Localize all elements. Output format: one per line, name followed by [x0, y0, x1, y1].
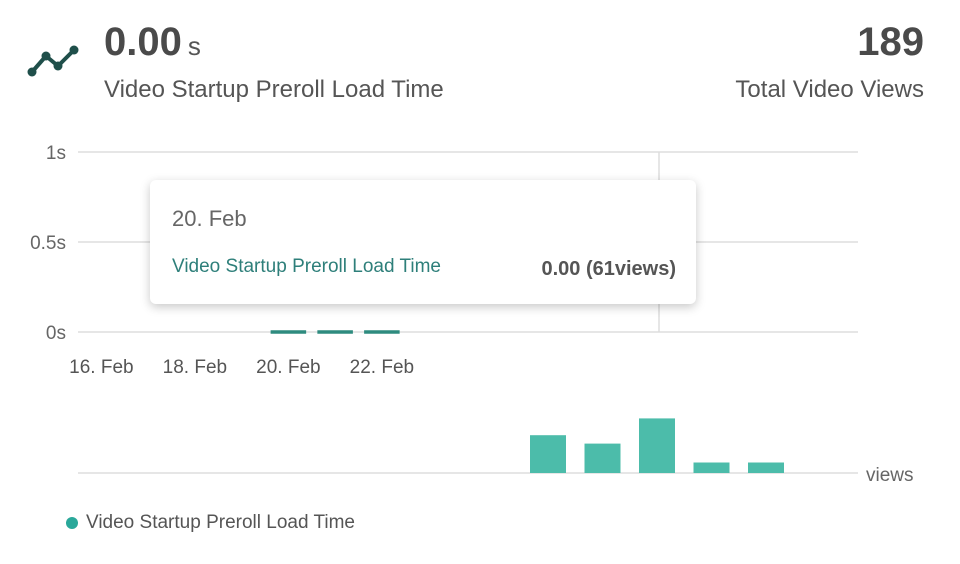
total-views-value: 189: [857, 20, 924, 64]
x-tick-label: 22. Feb: [350, 357, 414, 378]
metric-number: 0.00: [104, 20, 182, 64]
views-bar: [693, 462, 730, 473]
metric-unit: s: [187, 31, 201, 61]
total-views-label: Total Video Views: [735, 76, 924, 103]
tooltip-series-name: Video Startup Preroll Load Time: [172, 256, 441, 277]
y-tick-label: 1s: [46, 143, 66, 164]
chart-tooltip: 20. Feb Video Startup Preroll Load Time …: [150, 180, 696, 304]
views-bar: [530, 435, 566, 473]
legend-dot-icon: [66, 517, 78, 529]
x-tick-label: 20. Feb: [256, 357, 320, 378]
y-tick-label: 0.5s: [30, 233, 66, 254]
x-tick-label: 16. Feb: [69, 357, 133, 378]
metric-value: 0.00 s: [104, 20, 201, 65]
views-bar: [584, 443, 621, 473]
views-bar: [639, 418, 675, 473]
y-tick-label: 0s: [46, 323, 66, 344]
x-tick-label: 18. Feb: [163, 357, 227, 378]
legend-label: Video Startup Preroll Load Time: [86, 512, 355, 533]
tooltip-date: 20. Feb: [172, 206, 247, 231]
legend-item[interactable]: Video Startup Preroll Load Time: [66, 512, 355, 534]
line-chart-icon: [26, 42, 82, 80]
views-bar: [748, 462, 784, 473]
tooltip-value: 0.00 (61views): [541, 258, 676, 280]
metric-label: Video Startup Preroll Load Time: [104, 76, 444, 103]
views-axis-label: views: [866, 465, 914, 486]
